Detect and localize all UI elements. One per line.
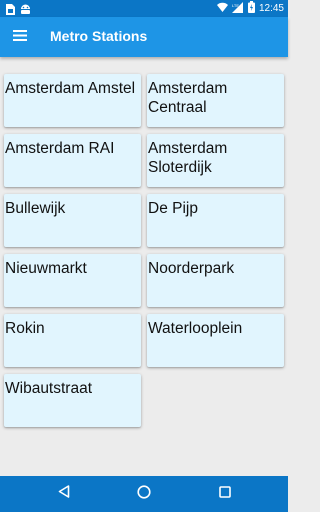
station-card[interactable]: Wibautstraat bbox=[4, 374, 141, 427]
back-button[interactable] bbox=[54, 484, 74, 504]
station-card[interactable]: De Pijp bbox=[147, 194, 284, 247]
station-card[interactable]: Bullewijk bbox=[4, 194, 141, 247]
recents-button[interactable] bbox=[215, 484, 235, 504]
station-label: Amsterdam Centraal bbox=[148, 80, 228, 116]
station-label: Rokin bbox=[5, 320, 45, 337]
home-button[interactable] bbox=[134, 484, 154, 504]
wifi-icon bbox=[216, 2, 228, 15]
status-bar-system: LTE 12:45 bbox=[216, 1, 284, 16]
station-label: Amsterdam Amstel bbox=[5, 80, 136, 97]
station-card[interactable]: Waterlooplein bbox=[147, 314, 284, 367]
station-label: Noorderpark bbox=[148, 260, 235, 277]
app-bar: Metro Stations bbox=[0, 17, 288, 57]
svg-text:LTE: LTE bbox=[232, 3, 239, 8]
station-card[interactable]: Noorderpark bbox=[147, 254, 284, 307]
station-label: Nieuwmarkt bbox=[5, 260, 87, 277]
station-grid: Amsterdam Amstel Amsterdam Centraal Amst… bbox=[4, 74, 284, 427]
status-time: 12:45 bbox=[258, 3, 284, 14]
station-card[interactable]: Nieuwmarkt bbox=[4, 254, 141, 307]
station-label: Wibautstraat bbox=[5, 380, 93, 397]
recents-icon bbox=[219, 485, 231, 503]
hamburger-menu-icon bbox=[13, 28, 27, 46]
station-label: Waterlooplein bbox=[148, 320, 243, 337]
station-label: Amsterdam RAI bbox=[5, 140, 115, 157]
station-label: Amsterdam Sloterdijk bbox=[148, 140, 228, 176]
battery-icon bbox=[247, 1, 255, 16]
station-card[interactable]: Amsterdam RAI bbox=[4, 134, 141, 187]
station-card[interactable]: Rokin bbox=[4, 314, 141, 367]
station-label: Bullewijk bbox=[5, 200, 66, 217]
system-nav-bar bbox=[0, 476, 288, 512]
menu-button[interactable] bbox=[8, 25, 32, 49]
station-card[interactable]: Amsterdam Sloterdijk bbox=[147, 134, 284, 187]
status-bar: LTE 12:45 bbox=[0, 0, 288, 17]
page-title: Metro Stations bbox=[50, 28, 148, 44]
back-icon bbox=[58, 485, 70, 503]
station-card[interactable]: Amsterdam Amstel bbox=[4, 74, 141, 127]
station-card[interactable]: Amsterdam Centraal bbox=[147, 74, 284, 127]
home-icon bbox=[137, 484, 151, 504]
station-label: De Pijp bbox=[148, 200, 198, 217]
cell-signal-icon: LTE bbox=[231, 1, 244, 16]
